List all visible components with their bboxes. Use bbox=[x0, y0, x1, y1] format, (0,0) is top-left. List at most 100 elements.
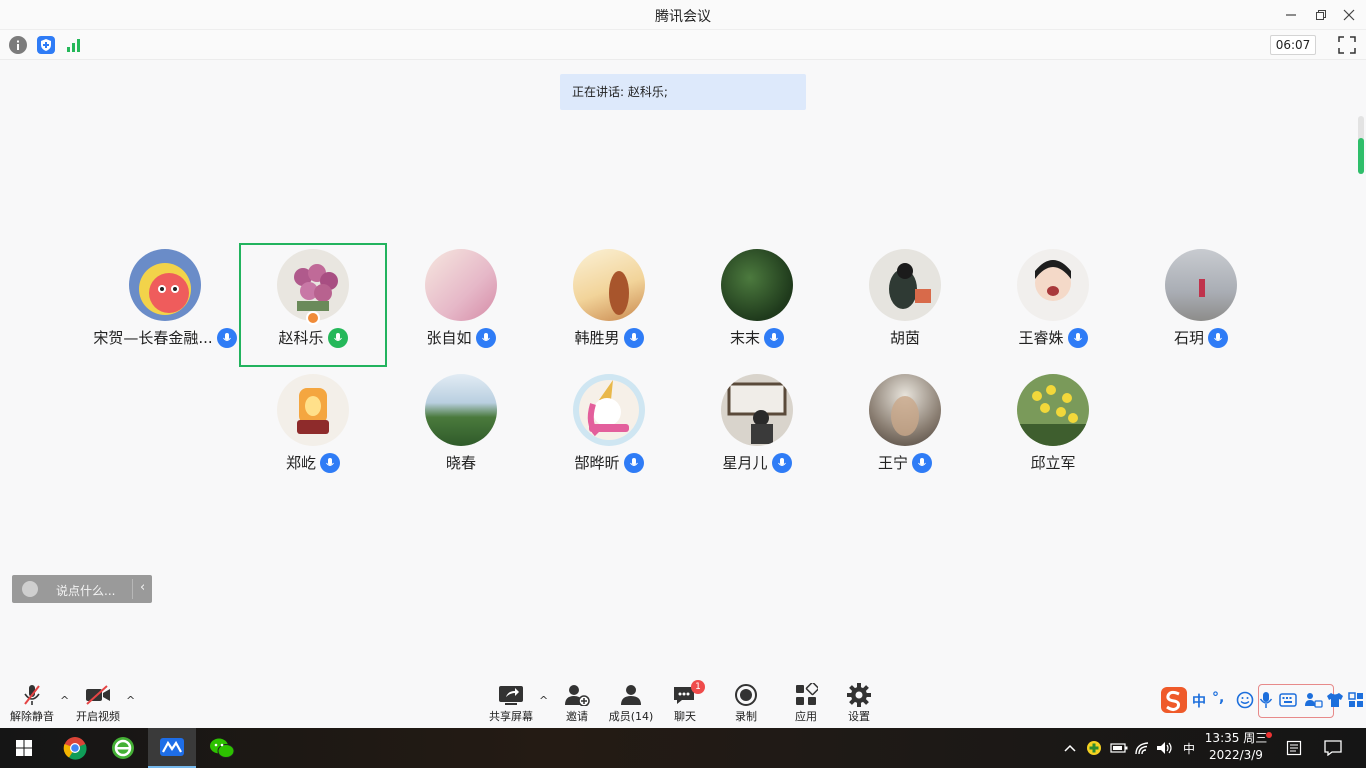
system-clock[interactable]: 13:35 周三 2022/3/9 bbox=[1200, 730, 1272, 764]
microphone-icon bbox=[912, 452, 932, 473]
security-tray-icon[interactable] bbox=[1084, 728, 1104, 768]
microphone-icon bbox=[1208, 327, 1228, 348]
wifi-icon[interactable] bbox=[1132, 728, 1154, 768]
participant-name: 王睿姝 bbox=[1018, 329, 1064, 347]
signal-strength-icon[interactable] bbox=[65, 36, 83, 54]
microphone-icon bbox=[1067, 327, 1088, 348]
close-button[interactable] bbox=[1338, 4, 1360, 26]
chat-button[interactable]: 聊天 1 bbox=[655, 680, 715, 726]
settings-label: 设置 bbox=[848, 710, 870, 723]
speaking-banner: 正在讲话: 赵科乐; bbox=[560, 74, 806, 110]
participant-name: 宋贺—长春金融... bbox=[93, 329, 213, 347]
chat-input[interactable]: 说点什么... ‹ bbox=[12, 575, 152, 603]
security-shield-icon[interactable] bbox=[37, 36, 55, 54]
microphone-icon bbox=[475, 327, 496, 348]
clock-date: 2022/3/9 bbox=[1209, 748, 1263, 762]
taskbar-wechat[interactable] bbox=[198, 728, 246, 768]
participant-tile[interactable]: 郑屹 bbox=[239, 368, 387, 492]
avatar bbox=[721, 249, 793, 321]
emoji-icon[interactable] bbox=[22, 581, 38, 597]
participant-tile[interactable]: 王睿姝 bbox=[979, 243, 1127, 367]
participant-tile[interactable]: 郜晔昕 bbox=[535, 368, 683, 492]
participant-tile[interactable]: 石玥 bbox=[1127, 243, 1275, 367]
collapse-chevron-icon[interactable]: ‹ bbox=[140, 580, 145, 595]
avatar bbox=[1017, 249, 1089, 321]
unread-badge: 1 bbox=[691, 680, 705, 694]
input-language-indicator[interactable]: 中 bbox=[1178, 728, 1200, 768]
participant-tile[interactable]: 王宁 bbox=[831, 368, 979, 492]
avatar bbox=[425, 249, 497, 321]
unmute-button[interactable]: 解除静音 bbox=[2, 682, 62, 726]
add-person-icon bbox=[565, 685, 590, 706]
taskbar-chrome[interactable] bbox=[51, 728, 99, 768]
microphone-icon bbox=[623, 452, 644, 473]
unmute-label: 解除静音 bbox=[10, 710, 54, 723]
meeting-info-bar: 06:07 bbox=[0, 30, 1366, 60]
participant-tile[interactable]: 胡茵 bbox=[831, 243, 979, 367]
clock-time: 13:35 周三 bbox=[1204, 731, 1268, 745]
avatar bbox=[129, 249, 201, 321]
participant-tile-active[interactable]: 赵科乐 bbox=[239, 243, 387, 367]
action-center-icon[interactable] bbox=[1320, 728, 1346, 768]
microphone-icon bbox=[623, 327, 644, 348]
apps-button[interactable]: 应用 bbox=[776, 682, 836, 726]
window-title: 腾讯会议 bbox=[655, 9, 711, 25]
restore-button[interactable] bbox=[1310, 4, 1332, 26]
fullscreen-icon bbox=[1338, 36, 1356, 54]
fullscreen-button[interactable] bbox=[1338, 36, 1356, 54]
minimize-button[interactable] bbox=[1280, 4, 1302, 26]
avatar bbox=[869, 249, 941, 321]
windows-logo-icon bbox=[16, 740, 32, 756]
meeting-timer: 06:07 bbox=[1270, 35, 1316, 55]
participant-tile[interactable]: 末末 bbox=[683, 243, 831, 367]
scrollbar-thumb[interactable] bbox=[1358, 138, 1364, 174]
notes-icon[interactable] bbox=[1282, 728, 1306, 768]
avatar bbox=[277, 374, 349, 446]
participant-tile[interactable]: 宋贺—长春金融... bbox=[91, 243, 239, 367]
battery-icon[interactable] bbox=[1108, 728, 1130, 768]
settings-button[interactable]: 设置 bbox=[829, 682, 889, 726]
scrollbar[interactable] bbox=[1358, 116, 1364, 174]
avatar bbox=[869, 374, 941, 446]
divider bbox=[132, 579, 133, 599]
avatar bbox=[1165, 249, 1237, 321]
participant-tile[interactable]: 星月儿 bbox=[683, 368, 831, 492]
taskbar-360-browser[interactable] bbox=[99, 728, 147, 768]
volume-icon[interactable] bbox=[1154, 728, 1176, 768]
participant-name: 胡茵 bbox=[889, 329, 920, 347]
keyboard-icon bbox=[1279, 693, 1297, 707]
record-label: 录制 bbox=[735, 710, 757, 723]
apps-grid-icon bbox=[796, 683, 818, 705]
participant-name: 邱立军 bbox=[1030, 454, 1076, 472]
video-options-chevron-icon[interactable]: ^ bbox=[126, 694, 135, 707]
sogou-logo-icon bbox=[1161, 687, 1187, 713]
participant-tile[interactable]: 张自如 bbox=[387, 243, 535, 367]
chat-input-placeholder: 说点什么... bbox=[56, 584, 116, 598]
share-screen-button[interactable]: 共享屏幕 bbox=[481, 682, 541, 726]
start-button[interactable] bbox=[0, 728, 48, 768]
share-screen-icon bbox=[499, 686, 523, 705]
taskbar-tencent-meeting[interactable] bbox=[148, 728, 196, 768]
close-icon bbox=[1343, 9, 1355, 21]
start-video-button[interactable]: 开启视频 bbox=[68, 682, 128, 726]
restore-icon bbox=[1316, 10, 1326, 20]
participant-name: 王宁 bbox=[877, 454, 908, 472]
participant-name: 郑屹 bbox=[285, 454, 316, 472]
title-bar: 腾讯会议 bbox=[0, 0, 1366, 30]
members-button[interactable]: 成员(14) bbox=[601, 682, 661, 726]
participant-name: 赵科乐 bbox=[278, 329, 324, 347]
show-hidden-icons-chevron-icon[interactable] bbox=[1060, 728, 1080, 768]
apps-label: 应用 bbox=[795, 710, 817, 723]
info-icon[interactable] bbox=[9, 36, 27, 54]
participant-name: 张自如 bbox=[426, 329, 472, 347]
invite-button[interactable]: 邀请 bbox=[547, 682, 607, 726]
ime-punctuation[interactable]: °, bbox=[1212, 690, 1224, 706]
microphone-icon bbox=[771, 452, 792, 473]
participant-tile[interactable]: 韩胜男 bbox=[535, 243, 683, 367]
participant-tile[interactable]: 晓春 bbox=[387, 368, 535, 492]
participant-tile[interactable]: 邱立军 bbox=[979, 368, 1127, 492]
emoji-icon bbox=[1236, 691, 1254, 709]
ime-language[interactable]: 中 bbox=[1192, 691, 1206, 711]
record-button[interactable]: 录制 bbox=[716, 682, 776, 726]
members-icon bbox=[621, 685, 641, 705]
